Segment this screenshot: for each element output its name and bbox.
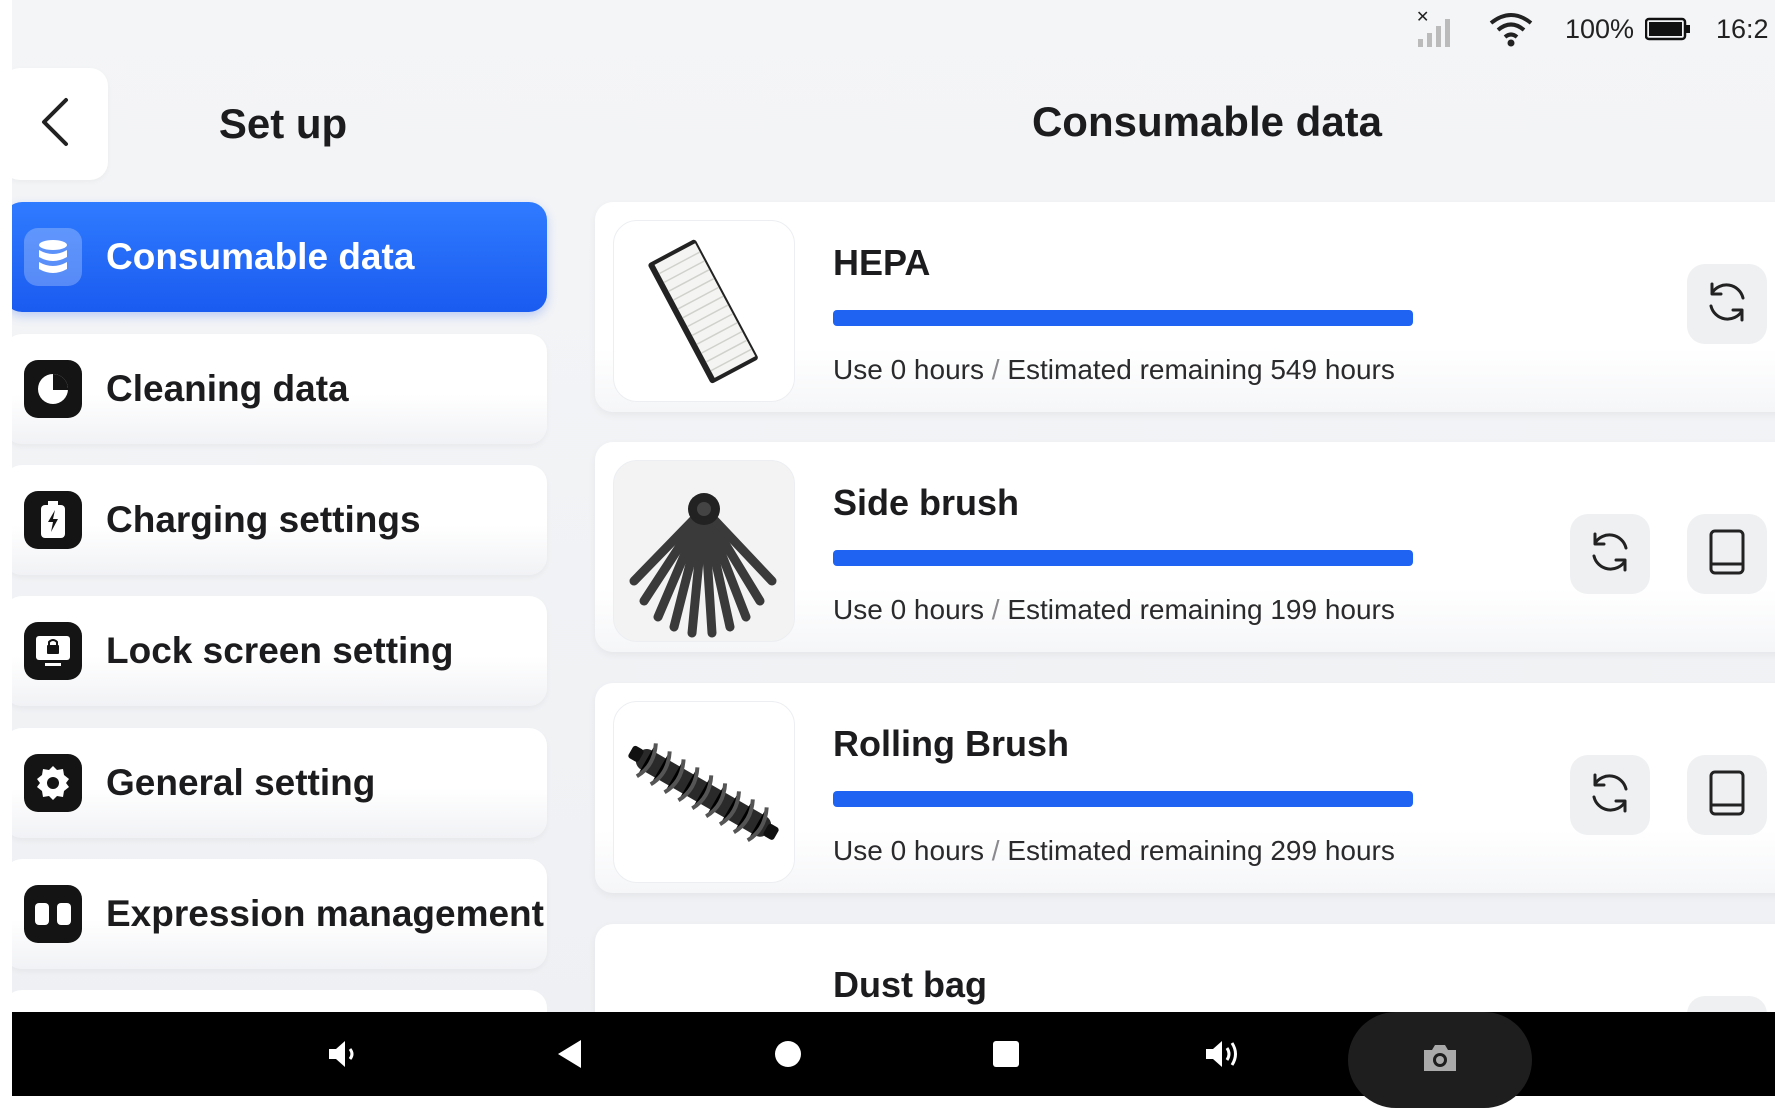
consumable-name: Dust bag	[833, 964, 988, 1005]
battery-charging-icon	[24, 491, 82, 549]
back-button[interactable]	[12, 68, 108, 180]
sidebar-item-label: Lock screen setting	[106, 630, 454, 671]
battery-percent: 100%	[1565, 13, 1635, 44]
manual-icon	[1706, 769, 1748, 822]
recents-square-icon[interactable]	[978, 1026, 1034, 1082]
remaining-hours: Estimated remaining 199 hours	[1007, 594, 1395, 625]
home-circle-icon[interactable]	[760, 1026, 816, 1082]
sidebar-item-lock-screen-setting[interactable]: Lock screen setting	[12, 596, 547, 706]
sidebar-item-label: General setting	[106, 762, 376, 803]
chevron-left-icon	[38, 96, 72, 153]
face-icon	[24, 885, 82, 943]
reset-icon	[1703, 278, 1751, 331]
sidebar-item-label: Consumable data	[106, 236, 415, 277]
consumable-card-hepa: HEPA Use 0 hours / Estimated remaining 5…	[595, 202, 1775, 412]
reset-icon	[1586, 769, 1634, 822]
sidebar-item-label: Charging settings	[106, 499, 421, 540]
clock: 16:2	[1716, 13, 1769, 44]
progress-fill	[833, 550, 1413, 566]
remaining-hours: Estimated remaining 299 hours	[1007, 835, 1395, 866]
progress-fill	[833, 791, 1413, 807]
sidebar-item-cleaning-data[interactable]: Cleaning data	[12, 334, 547, 444]
status-bar: ✕ 100% 16:2	[12, 0, 1775, 60]
manual-icon	[1706, 528, 1748, 581]
separator: /	[991, 594, 1000, 625]
remaining-progress-bar	[833, 791, 1413, 807]
lock-screen-icon	[24, 622, 82, 680]
sidebar-item-label: Cleaning data	[106, 368, 349, 409]
no-signal-icon: ✕	[1414, 9, 1460, 47]
used-hours: Use 0 hours	[833, 835, 984, 866]
screenshot-button[interactable]	[1348, 1012, 1532, 1108]
pie-chart-icon	[24, 360, 82, 418]
rolling-brush-image	[613, 701, 795, 883]
battery-icon	[1645, 12, 1695, 46]
progress-fill	[833, 310, 1413, 326]
consumable-card-rolling-brush: Rolling Brush Use 0 hours / Estimated re…	[595, 683, 1775, 893]
camera-icon	[1421, 1043, 1459, 1078]
wifi-icon	[1488, 12, 1534, 47]
sidebar-item-charging-settings[interactable]: Charging settings	[12, 465, 547, 575]
consumable-card-side-brush: Side brush Use 0 hours / Estimated remai…	[595, 442, 1775, 652]
consumable-name: Rolling Brush	[833, 723, 1069, 764]
volume-up-icon[interactable]	[1196, 1026, 1252, 1082]
page-title: Consumable data	[1031, 98, 1383, 145]
used-hours: Use 0 hours	[833, 594, 984, 625]
reset-button[interactable]	[1687, 264, 1767, 344]
gear-icon	[24, 754, 82, 812]
usage-text: Use 0 hours / Estimated remaining 549 ho…	[833, 354, 1395, 386]
reset-icon	[1586, 528, 1634, 581]
usage-text: Use 0 hours / Estimated remaining 299 ho…	[833, 835, 1395, 867]
reset-button[interactable]	[1570, 755, 1650, 835]
back-triangle-icon[interactable]	[542, 1026, 598, 1082]
reset-button[interactable]	[1570, 514, 1650, 594]
sidebar-item-expression-management[interactable]: Expression management	[12, 859, 547, 969]
sidebar-item-consumable-data[interactable]: Consumable data	[12, 202, 547, 312]
svg-text:✕: ✕	[1416, 9, 1429, 26]
used-hours: Use 0 hours	[833, 354, 984, 385]
separator: /	[991, 835, 1000, 866]
sidebar-title: Set up	[218, 100, 348, 147]
consumable-name: Side brush	[833, 482, 1020, 523]
separator: /	[991, 354, 1000, 385]
hepa-filter-image	[613, 220, 795, 402]
remaining-progress-bar	[833, 310, 1413, 326]
usage-text: Use 0 hours / Estimated remaining 199 ho…	[833, 594, 1395, 626]
consumable-name: HEPA	[833, 242, 931, 283]
sidebar-item-general-setting[interactable]: General setting	[12, 728, 547, 838]
side-brush-image	[613, 460, 795, 642]
database-icon	[24, 228, 82, 286]
manual-button[interactable]	[1687, 755, 1767, 835]
settings-screen: ✕ 100% 16:2 Set up Consumable data Consu…	[12, 0, 1775, 1096]
remaining-hours: Estimated remaining 549 hours	[1007, 354, 1395, 385]
manual-button[interactable]	[1687, 514, 1767, 594]
volume-down-icon[interactable]	[316, 1026, 372, 1082]
navigation-bar	[12, 1012, 1775, 1108]
remaining-progress-bar	[833, 550, 1413, 566]
sidebar-item-label: Expression management	[106, 893, 544, 934]
